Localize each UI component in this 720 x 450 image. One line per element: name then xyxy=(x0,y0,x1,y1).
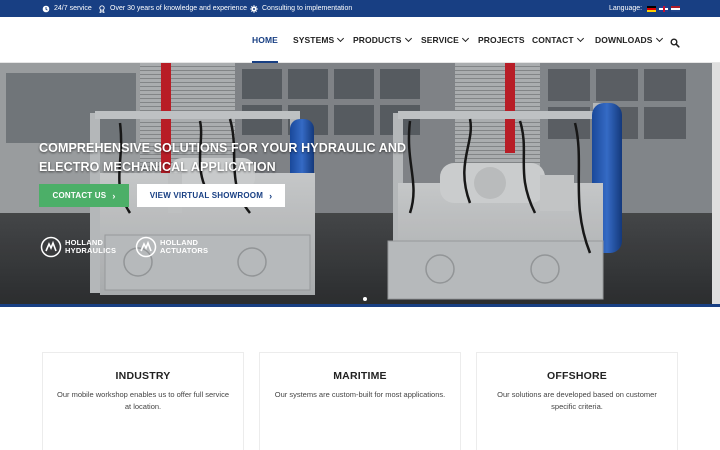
nav-item-contact[interactable]: CONTACT xyxy=(532,17,584,63)
nav-products-label: PRODUCTS xyxy=(353,35,402,45)
chevron-down-icon xyxy=(655,34,663,42)
nav-item-products[interactable]: PRODUCTS xyxy=(353,17,412,63)
chevron-down-icon xyxy=(404,34,412,42)
search-icon[interactable] xyxy=(670,35,680,48)
contact-us-button[interactable]: CONTACT US › xyxy=(39,184,129,207)
nav-downloads-label: DOWNLOADS xyxy=(595,35,653,45)
hero-title: COMPREHENSIVE SOLUTIONS FOR YOUR HYDRAUL… xyxy=(39,141,407,174)
german-flag-icon[interactable] xyxy=(647,5,657,12)
hydraulics-logo-icon xyxy=(40,236,62,258)
chevron-down-icon xyxy=(337,34,345,42)
clock-icon xyxy=(42,5,50,13)
topbar-service-text: 24/7 service xyxy=(54,5,92,12)
nav-projects-label: PROJECTS xyxy=(478,35,525,45)
topbar-item-service: 24/7 service xyxy=(42,0,92,17)
card-industry-title: INDUSTRY xyxy=(115,370,171,382)
certificate-icon xyxy=(98,4,106,13)
card-maritime-title: MARITIME xyxy=(333,370,387,382)
chevron-down-icon xyxy=(461,34,469,42)
language-selector: Language: xyxy=(609,0,681,17)
virtual-showroom-label: VIEW VIRTUAL SHOWROOM xyxy=(149,191,264,200)
gear-icon xyxy=(250,4,258,13)
nav-contact-label: CONTACT xyxy=(532,35,574,45)
nav-item-projects[interactable]: PROJECTS xyxy=(478,17,525,63)
language-label: Language: xyxy=(609,5,643,12)
topbar-consulting-text: Consulting to implementation xyxy=(262,5,353,12)
english-flag-icon[interactable] xyxy=(659,5,669,12)
card-offshore-text: Our solutions are developed based on cus… xyxy=(497,390,657,411)
topbar-item-experience: Over 30 years of knowledge and experienc… xyxy=(98,0,247,17)
chevron-right-icon: › xyxy=(269,190,273,201)
slider-dot-active[interactable] xyxy=(363,297,367,301)
dutch-flag-icon[interactable] xyxy=(671,5,681,12)
nav-item-downloads[interactable]: DOWNLOADS xyxy=(595,17,663,63)
logo2-line2: ACTUATORS xyxy=(160,246,209,255)
hero-divider-line xyxy=(0,304,720,307)
top-info-bar: 24/7 service Over 30 years of knowledge … xyxy=(0,0,720,17)
main-header: HOME SYSTEMS PRODUCTS SERVICE PROJECTS C… xyxy=(0,17,720,63)
card-offshore-title: OFFSHORE xyxy=(547,370,607,382)
nav-item-service[interactable]: SERVICE xyxy=(421,17,469,63)
chevron-down-icon xyxy=(576,34,584,42)
topbar-item-consulting: Consulting to implementation xyxy=(250,0,352,17)
card-industry-text: Our mobile workshop enables us to offer … xyxy=(56,390,230,411)
holland-actuators-logo[interactable]: HOLLAND ACTUATORS xyxy=(135,236,208,258)
nav-home-label: HOME xyxy=(252,35,278,45)
virtual-showroom-button[interactable]: VIEW VIRTUAL SHOWROOM › xyxy=(137,184,285,207)
chevron-right-icon: › xyxy=(112,190,116,201)
nav-item-systems[interactable]: SYSTEMS xyxy=(293,17,345,63)
holland-hydraulics-logo[interactable]: HOLLAND HYDRAULICS xyxy=(40,236,116,258)
card-offshore[interactable]: OFFSHORE Our solutions are developed bas… xyxy=(476,352,678,450)
logo1-line2: HYDRAULICS xyxy=(65,246,117,255)
card-maritime-text: Our systems are custom-built for most ap… xyxy=(274,390,446,399)
nav-service-label: SERVICE xyxy=(421,35,459,45)
card-maritime[interactable]: MARITIME Our systems are custom-built fo… xyxy=(259,352,461,450)
nav-item-home[interactable]: HOME xyxy=(252,17,278,63)
topbar-experience-text: Over 30 years of knowledge and experienc… xyxy=(110,5,247,12)
nav-systems-label: SYSTEMS xyxy=(293,35,335,45)
card-industry[interactable]: INDUSTRY Our mobile workshop enables us … xyxy=(42,352,244,450)
actuators-logo-icon xyxy=(135,236,157,258)
contact-us-label: CONTACT US xyxy=(52,191,107,200)
